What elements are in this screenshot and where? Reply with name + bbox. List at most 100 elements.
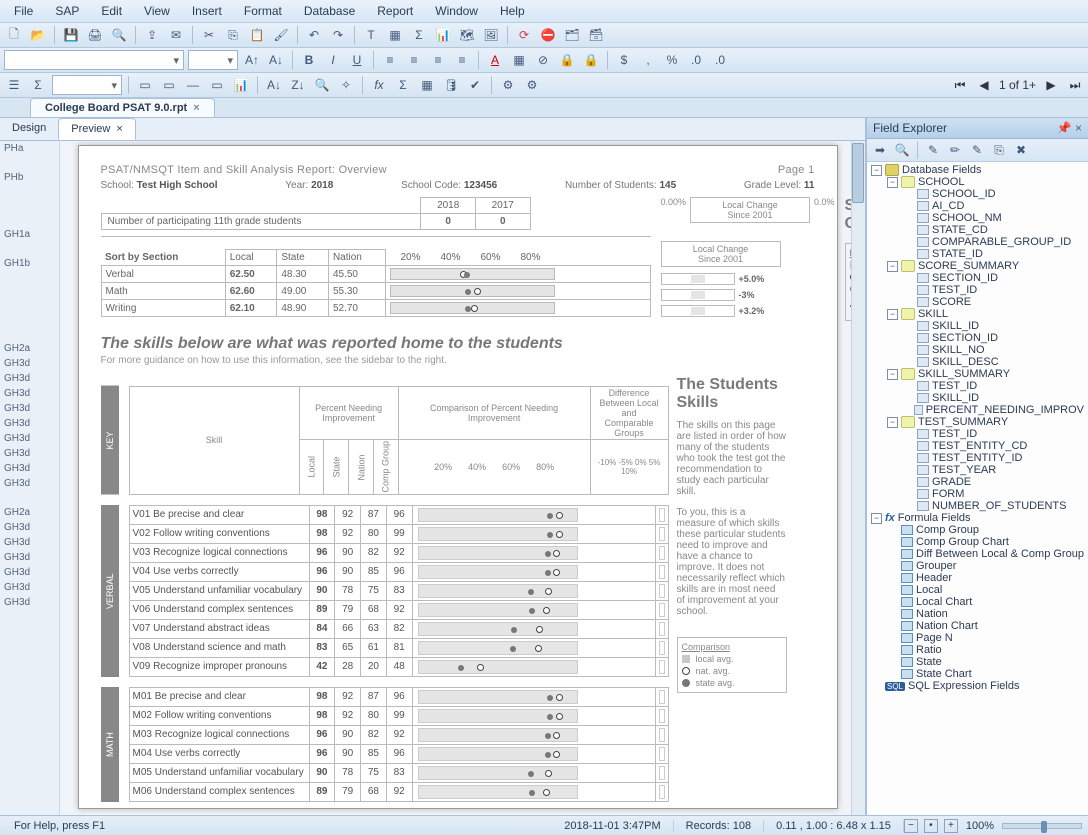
align-center-icon[interactable]: ≡ [404,50,424,70]
tree-node[interactable]: −SKILLSKILL_IDSECTION_IDSKILL_NOSKILL_DE… [885,308,1086,368]
print-icon[interactable]: 🖨 [85,25,105,45]
tree-node[interactable]: SCHOOL_NM [901,212,1086,224]
formula-icon[interactable]: fx [369,75,389,95]
tree-node[interactable]: −fxFormula FieldsComp GroupComp Group Ch… [869,512,1086,680]
font-color-icon[interactable]: A [485,50,505,70]
thousands-icon[interactable]: , [638,50,658,70]
tree-node[interactable]: Local Chart [885,596,1086,608]
rename-icon[interactable]: ✎ [968,141,986,159]
prev-page-icon[interactable]: ◀ [975,76,993,94]
duplicate-icon[interactable]: ⎘ [990,141,1008,159]
sort-za-icon[interactable]: Z↓ [288,75,308,95]
section-expert-icon[interactable]: ▭ [135,75,155,95]
close-icon[interactable]: × [116,123,122,135]
lock-size-icon[interactable]: 🔒 [581,50,601,70]
tree-node[interactable]: −SKILL_SUMMARYTEST_IDSKILL_IDPERCENT_NEE… [885,368,1086,416]
align-left-icon[interactable]: ≡ [380,50,400,70]
stop-icon[interactable]: ⛔ [538,25,558,45]
tree-node[interactable]: GRADE [901,476,1086,488]
tree-node[interactable]: Diff Between Local & Comp Group [885,548,1086,560]
tree-node[interactable]: −SCHOOLSCHOOL_IDAI_CDSCHOOL_NMSTATE_CDCO… [885,176,1086,260]
highlight-expert-icon[interactable]: ▭ [159,75,179,95]
zoom-reset-icon[interactable]: • [924,819,938,833]
tree-node[interactable]: Comp Group Chart [885,536,1086,548]
tree-node[interactable]: −SCORE_SUMMARYSECTION_IDTEST_IDSCORE [885,260,1086,308]
save-icon[interactable]: 💾 [61,25,81,45]
tree-node[interactable]: Nation Chart [885,620,1086,632]
last-page-icon[interactable]: ⏭ [1066,76,1084,94]
tree-node[interactable]: State Chart [885,668,1086,680]
font-name-combo[interactable] [4,50,184,70]
tree-node[interactable]: TEST_ID [901,428,1086,440]
select-expert-icon[interactable]: 🔍 [312,75,332,95]
tab-preview[interactable]: Preview × [58,118,136,140]
first-page-icon[interactable]: ⏮ [951,76,969,94]
new-icon[interactable]: 🗋 [4,25,24,45]
increase-font-icon[interactable]: A↑ [242,50,262,70]
increase-decimal-icon[interactable]: .0 [686,50,706,70]
edit-icon[interactable]: ✏ [946,141,964,159]
suppress-icon[interactable]: ⊘ [533,50,553,70]
menu-item-sap[interactable]: SAP [49,2,85,20]
highlight-icon[interactable]: ✧ [336,75,356,95]
tree-node[interactable]: SKILL_ID [901,320,1086,332]
tree-node[interactable]: −TEST_SUMMARYTEST_IDTEST_ENTITY_CDTEST_E… [885,416,1086,512]
sort-az-icon[interactable]: A↓ [264,75,284,95]
menu-item-edit[interactable]: Edit [95,2,128,20]
insert-chart-icon[interactable]: 📊 [433,25,453,45]
tree-node[interactable]: COMPARABLE_GROUP_ID [901,236,1086,248]
tree-node[interactable]: SKILL_DESC [901,356,1086,368]
database-expert-icon[interactable]: 🛢 [441,75,461,95]
decrease-font-icon[interactable]: A↓ [266,50,286,70]
percent-icon[interactable]: % [662,50,682,70]
zoom-combo[interactable] [52,75,122,95]
summary-icon[interactable]: Σ [393,75,413,95]
menu-item-insert[interactable]: Insert [186,2,228,20]
tree-node[interactable]: State [885,656,1086,668]
tab-design[interactable]: Design [0,118,58,140]
browse-icon[interactable]: 🔍 [893,141,911,159]
menu-item-database[interactable]: Database [298,2,361,20]
tree-node[interactable]: Ratio [885,644,1086,656]
tree-node[interactable]: NUMBER_OF_STUDENTS [901,500,1086,512]
pin-icon[interactable]: 📌 [1057,121,1072,135]
tree-node[interactable]: −Database Fields−SCHOOLSCHOOL_IDAI_CDSCH… [869,164,1086,512]
menu-item-format[interactable]: Format [238,2,288,20]
close-icon[interactable]: × [193,102,199,114]
insert-box-icon[interactable]: ▭ [207,75,227,95]
next-page-icon[interactable]: ▶ [1042,76,1060,94]
insert-summary-icon[interactable]: Σ [409,25,429,45]
tree-node[interactable]: Nation [885,608,1086,620]
tree-node[interactable]: Page N [885,632,1086,644]
group-tree-icon[interactable]: ☰ [4,75,24,95]
insert-subchart-icon[interactable]: 📊 [231,75,251,95]
open-icon[interactable]: 📂 [28,25,48,45]
decrease-decimal-icon[interactable]: .0 [710,50,730,70]
xml-icon[interactable]: ⚙ [498,75,518,95]
redo-icon[interactable]: ↷ [328,25,348,45]
tree-node[interactable]: Local [885,584,1086,596]
insert-group-icon[interactable]: ▦ [385,25,405,45]
tree-node[interactable]: SKILL_NO [901,344,1086,356]
zoom-in-icon[interactable]: + [944,819,958,833]
tree-node[interactable]: Grouper [885,560,1086,572]
zoom-control[interactable]: − • + [904,819,958,833]
zoom-out-icon[interactable]: − [904,819,918,833]
menu-item-help[interactable]: Help [494,2,531,20]
copy-icon[interactable]: ⎘ [223,25,243,45]
zoom-slider[interactable] [1002,823,1082,829]
verify-db-icon[interactable]: ✔ [465,75,485,95]
field-explorer-icon[interactable]: 🗂 [562,25,582,45]
menu-item-file[interactable]: File [8,2,39,20]
insert-picture-icon[interactable]: 🖼 [481,25,501,45]
bold-icon[interactable]: B [299,50,319,70]
insert-text-icon[interactable]: T [361,25,381,45]
tree-node[interactable]: SCORE [901,296,1086,308]
olap-icon[interactable]: ▦ [417,75,437,95]
format-painter-icon[interactable]: 🖌 [271,25,291,45]
delete-icon[interactable]: ✖ [1012,141,1030,159]
tree-node[interactable]: SCHOOL_ID [901,188,1086,200]
currency-icon[interactable]: $ [614,50,634,70]
tree-node[interactable]: SKILL_ID [901,392,1086,404]
tree-node[interactable]: SQLSQL Expression Fields [869,680,1086,692]
